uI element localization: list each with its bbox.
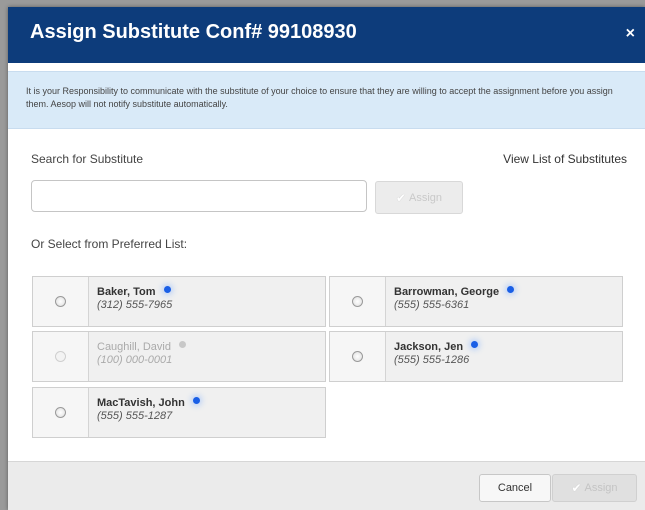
substitute-phone: (312) 555-7965 [97,299,173,311]
assign-button[interactable]: ✔ Assign [552,474,637,502]
radio-cell [330,277,386,326]
substitute-name-row: Jackson, Jen [394,340,622,353]
assign-button-label: Assign [584,482,618,494]
availability-dot-icon [163,285,171,293]
substitute-info: MacTavish, John (555) 555-1287 [89,388,325,437]
radio-cell [33,277,89,326]
view-list-of-substitutes-link[interactable]: View List of Substitutes [503,152,627,166]
substitute-search-input[interactable] [31,180,367,212]
availability-dot-icon [471,340,479,348]
substitute-info: Jackson, Jen (555) 555-1286 [386,332,622,381]
assign-search-button[interactable]: ✔ Assign [375,181,463,214]
dialog-footer: Cancel ✔ Assign [8,461,645,510]
dialog-header: Assign Substitute Conf# 99108930 × [8,7,645,63]
close-icon[interactable]: × [626,25,635,43]
substitute-name: Caughill, David [97,341,171,353]
assign-search-button-label: Assign [409,191,443,204]
radio-cell [33,388,89,437]
substitute-name: Baker, Tom [97,286,156,298]
substitute-card: Caughill, David (100) 000-0001 [32,331,326,382]
radio-cell [330,332,386,381]
notice-text: It is your Responsibility to communicate… [26,86,613,109]
availability-dot-icon [507,285,515,293]
substitute-radio[interactable] [352,296,363,307]
substitute-name: Barrowman, George [394,286,500,298]
substitute-phone: (100) 000-0001 [97,354,173,366]
preferred-list-label: Or Select from Preferred List: [31,237,188,251]
substitute-card[interactable]: MacTavish, John (555) 555-1287 [32,387,326,438]
substitute-name-row: Baker, Tom [97,285,325,298]
dialog-title: Assign Substitute Conf# 99108930 [30,21,357,43]
substitute-info: Caughill, David (100) 000-0001 [89,332,325,381]
substitute-radio[interactable] [55,407,66,418]
substitute-name-row: Barrowman, George [394,285,622,298]
substitute-phone: (555) 555-1287 [97,410,173,422]
substitute-radio[interactable] [352,351,363,362]
cancel-button[interactable]: Cancel [479,474,551,502]
assign-substitute-dialog: Assign Substitute Conf# 99108930 × It is… [8,7,645,510]
substitute-radio[interactable] [55,296,66,307]
substitute-name-row: Caughill, David [97,340,325,353]
substitute-card[interactable]: Jackson, Jen (555) 555-1286 [329,331,623,382]
substitute-info: Barrowman, George (555) 555-6361 [386,277,622,326]
checkmark-icon: ✔ [571,481,582,495]
substitute-card[interactable]: Baker, Tom (312) 555-7965 [32,276,326,327]
substitute-phone: (555) 555-6361 [394,299,470,311]
substitute-name: Jackson, Jen [394,341,464,353]
substitute-info: Baker, Tom (312) 555-7965 [89,277,325,326]
substitute-name: MacTavish, John [97,397,185,409]
checkmark-icon: ✔ [395,190,407,205]
substitute-card[interactable]: Barrowman, George (555) 555-6361 [329,276,623,327]
notice-banner: It is your Responsibility to communicate… [8,71,645,129]
availability-dot-icon [192,396,200,404]
substitute-radio [55,351,66,362]
radio-cell [33,332,89,381]
substitute-phone: (555) 555-1286 [394,354,470,366]
availability-dot-icon [178,340,186,348]
search-label: Search for Substitute [31,152,144,166]
substitute-name-row: MacTavish, John [97,396,325,409]
